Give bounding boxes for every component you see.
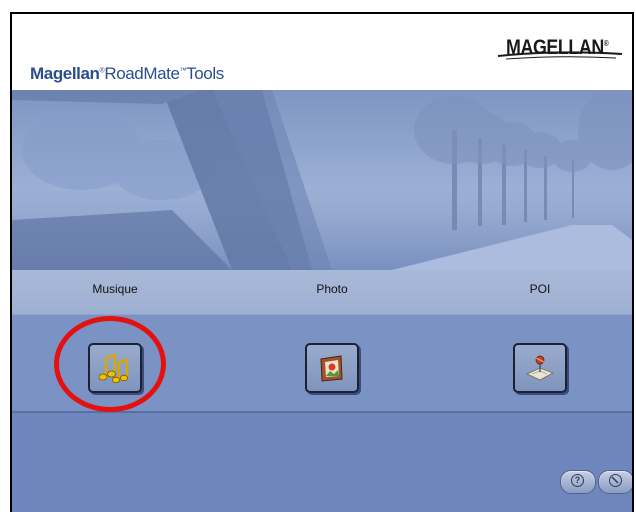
label-poi: POI [529, 282, 551, 296]
bottom-panel [12, 411, 632, 512]
picture-frame-icon [320, 355, 343, 382]
help-button[interactable]: ? [560, 470, 596, 494]
label-musique: Musique [92, 282, 138, 296]
music-notes-icon [98, 353, 129, 384]
musique-button[interactable] [88, 343, 142, 393]
road-banner-image [12, 90, 632, 270]
map-pin-icon [526, 355, 554, 381]
help-icon: ? [571, 474, 584, 487]
label-photo: Photo [316, 282, 348, 296]
logo-text: MAGELLAN® [505, 36, 609, 59]
foggy-road-image [12, 90, 632, 270]
tool-labels-band: Musique Photo POI [12, 270, 632, 314]
app-title: Magellan®RoadMate™Tools [30, 64, 224, 84]
close-button[interactable] [598, 470, 632, 494]
photo-button[interactable] [305, 343, 359, 393]
header: Magellan®RoadMate™Tools MAGELLAN® [12, 14, 632, 90]
app-window: Magellan®RoadMate™Tools MAGELLAN® Musiqu… [10, 12, 634, 512]
poi-button[interactable] [513, 343, 567, 393]
tool-buttons-band [12, 314, 632, 412]
app-title-suffix: Tools [186, 64, 224, 83]
magellan-logo: MAGELLAN® [496, 28, 626, 70]
app-title-product: RoadMate [104, 64, 180, 83]
close-icon [609, 474, 622, 487]
app-title-brand: Magellan [30, 64, 100, 83]
